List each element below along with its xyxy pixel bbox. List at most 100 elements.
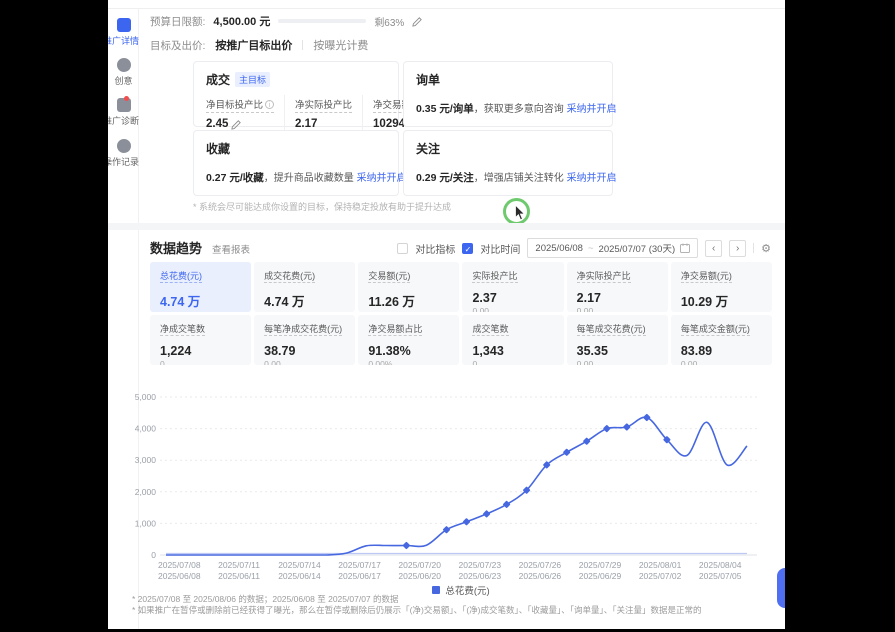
goal-card-follow[interactable]: 关注 0.29 元/关注，增强店铺关注转化 采纳并开启 bbox=[403, 130, 613, 196]
tab-bid-by-impression[interactable]: 按曝光计费 bbox=[313, 37, 368, 53]
metric-card-orders[interactable]: 成交笔数1,3430 bbox=[462, 315, 563, 365]
svg-text:2025/07/11: 2025/07/11 bbox=[218, 560, 260, 570]
trend-chart-svg: 01,0002,0003,0004,0005,0002025/07/082025… bbox=[130, 377, 770, 581]
svg-text:2025/06/20: 2025/06/20 bbox=[398, 571, 441, 581]
sidebar-item-label: 推广诊断 bbox=[108, 114, 139, 127]
top-divider bbox=[108, 8, 785, 9]
metric-card-amount-per-order[interactable]: 每笔成交金额(元)83.890.00 bbox=[671, 315, 772, 365]
sidebar-item-label: 创意 bbox=[108, 74, 139, 87]
goal-bidding-row: 目标及出价: 按推广目标出价 按曝光计费 bbox=[150, 37, 368, 53]
metric-card-net-orders[interactable]: 净成交笔数1,2240 bbox=[150, 315, 251, 365]
info-icon[interactable]: i bbox=[265, 100, 274, 109]
svg-text:5,000: 5,000 bbox=[135, 392, 157, 402]
screen: 推广详情 创意 推广诊断 操作记录 预算日限额: 4,500.00 元 剩63% bbox=[0, 0, 895, 632]
svg-text:2025/08/01: 2025/08/01 bbox=[639, 560, 682, 570]
svg-text:0: 0 bbox=[151, 550, 156, 560]
tab-bid-by-goal[interactable]: 按推广目标出价 bbox=[215, 37, 292, 53]
budget-row: 预算日限额: 4,500.00 元 剩63% bbox=[150, 13, 423, 29]
metric-card-total-spend[interactable]: 总花费(元)4.74 万0.00 bbox=[150, 262, 251, 312]
calendar-icon bbox=[680, 243, 690, 253]
sidebar-item-label: 推广详情 bbox=[108, 34, 139, 47]
goal-card-deal[interactable]: 成交 主目标 净目标投产比i 2.45 净实际投产比 2.17 净交易额(元) … bbox=[193, 61, 399, 127]
svg-text:2025/06/11: 2025/06/11 bbox=[218, 571, 260, 581]
svg-text:2025/07/02: 2025/07/02 bbox=[639, 571, 682, 581]
metric-card-gmv[interactable]: 交易额(元)11.26 万0.00 bbox=[358, 262, 459, 312]
svg-text:2025/06/17: 2025/06/17 bbox=[338, 571, 381, 581]
date-range-input[interactable]: 2025/06/08 ~ 2025/07/07 (30天) bbox=[527, 238, 698, 258]
edit-roi-icon[interactable] bbox=[231, 119, 242, 130]
legend-swatch bbox=[432, 586, 440, 594]
trends-title: 数据趋势 bbox=[150, 238, 202, 257]
metric-card-actual-roi[interactable]: 实际投产比2.370.00 bbox=[462, 262, 563, 312]
prev-period-button[interactable]: ‹ bbox=[705, 240, 722, 257]
next-period-button[interactable]: › bbox=[729, 240, 746, 257]
adopt-enable-link[interactable]: 采纳并开启 bbox=[357, 173, 407, 184]
goal-card-favorite[interactable]: 收藏 0.27 元/收藏，提升商品收藏数量 采纳并开启 bbox=[193, 130, 399, 196]
goal-card-title: 询单 bbox=[416, 71, 440, 88]
edit-budget-icon[interactable] bbox=[412, 16, 423, 27]
svg-text:2025/06/08: 2025/06/08 bbox=[158, 571, 201, 581]
svg-text:2025/07/17: 2025/07/17 bbox=[338, 560, 381, 570]
svg-text:2025/08/04: 2025/08/04 bbox=[699, 560, 742, 570]
goal-bidding-label: 目标及出价: bbox=[150, 38, 205, 53]
metric-card-net-gmv[interactable]: 净交易额(元)10.29 万0.00 bbox=[671, 262, 772, 312]
compare-time-checkbox[interactable]: ✓ bbox=[462, 243, 473, 254]
adopt-enable-link[interactable]: 采纳并开启 bbox=[567, 173, 617, 184]
metric-card-net-cost-per-order[interactable]: 每笔净成交花费(元)38.790.00 bbox=[254, 315, 355, 365]
svg-text:2025/07/14: 2025/07/14 bbox=[278, 560, 321, 570]
budget-progress-bar bbox=[278, 19, 366, 23]
budget-remaining: 剩63% bbox=[374, 14, 404, 29]
svg-text:3,000: 3,000 bbox=[135, 455, 157, 465]
goal-card-title: 收藏 bbox=[206, 140, 230, 157]
goal-note: * 系统会尽可能达成你设置的目标，保持稳定投放有助于提升达成 bbox=[193, 200, 451, 213]
metric-card-cost-per-order[interactable]: 每笔成交花费(元)35.350.00 bbox=[567, 315, 668, 365]
creative-icon bbox=[117, 58, 131, 72]
budget-amount: 4,500.00 元 bbox=[213, 13, 270, 29]
deal-metric-target-roi: 净目标投产比i 2.45 bbox=[206, 95, 284, 130]
metric-grid: 总花费(元)4.74 万0.00 成交花费(元)4.74 万0.00 交易额(元… bbox=[150, 262, 772, 365]
adopt-enable-link[interactable]: 采纳并开启 bbox=[567, 104, 617, 115]
metric-card-deal-spend[interactable]: 成交花费(元)4.74 万0.00 bbox=[254, 262, 355, 312]
sidebar-item-creative[interactable]: 创意 bbox=[108, 58, 139, 87]
legend-label: 总花费(元) bbox=[445, 583, 489, 597]
chart-footnote-2: * 如果推广在暂停或删除前已经获得了曝光，那么在暂停或删除后仍展示「(净)交易额… bbox=[132, 604, 702, 616]
budget-label: 预算日限额: bbox=[150, 14, 205, 29]
svg-text:2025/07/23: 2025/07/23 bbox=[459, 560, 502, 570]
sidebar-item-history[interactable]: 操作记录 bbox=[108, 139, 139, 168]
sidebar-item-promo-detail[interactable]: 推广详情 bbox=[108, 18, 139, 47]
svg-text:2025/06/29: 2025/06/29 bbox=[579, 571, 622, 581]
svg-text:2,000: 2,000 bbox=[135, 487, 157, 497]
compare-metric-label: 对比指标 bbox=[415, 241, 455, 256]
tab-divider bbox=[302, 40, 303, 50]
svg-text:2025/07/20: 2025/07/20 bbox=[398, 560, 441, 570]
svg-text:2025/06/14: 2025/06/14 bbox=[278, 571, 321, 581]
mouse-cursor-icon bbox=[513, 205, 527, 221]
section-divider bbox=[108, 223, 785, 230]
sidebar-item-diagnosis[interactable]: 推广诊断 bbox=[108, 98, 139, 127]
gear-icon[interactable]: ⚙ bbox=[761, 242, 771, 255]
controls-divider bbox=[753, 243, 754, 253]
sidebar-item-label: 操作记录 bbox=[108, 155, 139, 168]
trends-header: 数据趋势 查看报表 bbox=[150, 238, 250, 257]
svg-text:2025/07/26: 2025/07/26 bbox=[519, 560, 562, 570]
main-goal-badge: 主目标 bbox=[235, 72, 270, 87]
metric-card-net-actual-roi[interactable]: 净实际投产比2.170.00 bbox=[567, 262, 668, 312]
goal-card-title: 成交 bbox=[206, 71, 230, 88]
svg-text:2025/07/05: 2025/07/05 bbox=[699, 571, 742, 581]
compare-metric-checkbox[interactable] bbox=[397, 243, 408, 254]
trend-chart: 01,0002,0003,0004,0005,0002025/07/082025… bbox=[130, 377, 770, 586]
trend-controls: 对比指标 ✓ 对比时间 2025/06/08 ~ 2025/07/07 (30天… bbox=[397, 238, 771, 258]
compare-time-label: 对比时间 bbox=[480, 241, 520, 256]
side-float-button[interactable] bbox=[777, 568, 785, 608]
promo-detail-icon bbox=[117, 18, 131, 32]
clock-icon bbox=[117, 139, 131, 153]
metric-card-net-gmv-ratio[interactable]: 净交易额占比91.38%0.00% bbox=[358, 315, 459, 365]
svg-text:4,000: 4,000 bbox=[135, 424, 157, 434]
goal-card-desc: 0.35 元/询单，获取更多意向咨询 采纳并开启 bbox=[416, 100, 600, 116]
goal-card-inquiry[interactable]: 询单 0.35 元/询单，获取更多意向咨询 采纳并开启 bbox=[403, 61, 613, 127]
goal-card-desc: 0.27 元/收藏，提升商品收藏数量 采纳并开启 bbox=[206, 169, 386, 185]
goal-card-title: 关注 bbox=[416, 140, 440, 157]
view-report-link[interactable]: 查看报表 bbox=[212, 242, 250, 256]
svg-text:2025/06/23: 2025/06/23 bbox=[459, 571, 502, 581]
ad-detail-panel: 推广详情 创意 推广诊断 操作记录 预算日限额: 4,500.00 元 剩63% bbox=[108, 0, 785, 629]
